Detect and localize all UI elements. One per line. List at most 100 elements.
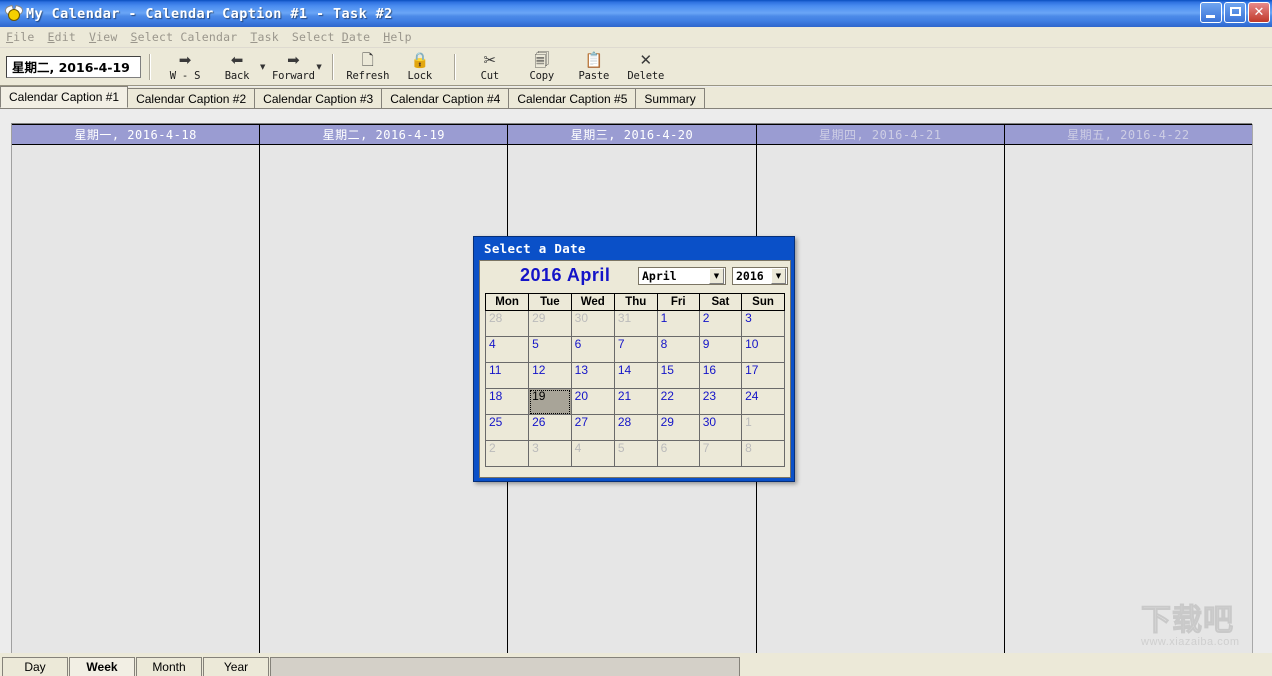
date-cell[interactable]: 28 bbox=[614, 415, 657, 441]
toolbar-label-delete: Delete bbox=[627, 70, 664, 82]
date-cell[interactable]: 16 bbox=[699, 363, 741, 389]
date-cell[interactable]: 18 bbox=[486, 389, 529, 415]
date-cell[interactable]: 29 bbox=[657, 415, 699, 441]
current-date-value: 星期二, 2016-4-19 bbox=[12, 57, 130, 76]
toolbar-button-forward[interactable]: ➡ Forward bbox=[267, 49, 319, 85]
day-column-monday[interactable]: 星期一, 2016-4-18 bbox=[12, 124, 260, 657]
date-cell[interactable]: 23 bbox=[699, 389, 741, 415]
tab-calendar-caption-5[interactable]: Calendar Caption #5 bbox=[508, 88, 636, 108]
weekday-header-wed: Wed bbox=[571, 294, 614, 311]
date-cell[interactable]: 24 bbox=[742, 389, 785, 415]
current-date-field[interactable]: 星期二, 2016-4-19 bbox=[6, 56, 141, 78]
arrow-right-icon: ➡ bbox=[179, 52, 192, 69]
date-cell[interactable]: 5 bbox=[529, 337, 572, 363]
view-tab-month[interactable]: Month bbox=[136, 657, 202, 676]
date-cell[interactable]: 2 bbox=[486, 441, 529, 467]
app-bug-icon bbox=[4, 5, 22, 23]
back-dropdown-arrow-icon[interactable]: ▼ bbox=[260, 63, 265, 71]
toolbar-button-copy[interactable]: 🗐 Copy bbox=[516, 49, 568, 85]
refresh-page-icon: 🗋 bbox=[362, 52, 374, 69]
toolbar-label-w-s: W - S bbox=[170, 70, 201, 82]
padlock-icon: 🔒 bbox=[410, 52, 429, 69]
day-body-friday[interactable] bbox=[1005, 145, 1252, 657]
toolbar-button-delete[interactable]: ✕ Delete bbox=[620, 49, 672, 85]
menu-item-select-date[interactable]: Select Date bbox=[292, 30, 370, 44]
minimize-button[interactable] bbox=[1200, 2, 1222, 23]
date-cell[interactable]: 13 bbox=[571, 363, 614, 389]
date-cell[interactable]: 6 bbox=[571, 337, 614, 363]
menu-item-task[interactable]: Task bbox=[250, 30, 279, 44]
month-select[interactable]: April ▼ bbox=[638, 267, 726, 285]
date-cell[interactable]: 5 bbox=[614, 441, 657, 467]
tab-calendar-caption-4[interactable]: Calendar Caption #4 bbox=[381, 88, 509, 108]
date-cell[interactable]: 11 bbox=[486, 363, 529, 389]
date-cell[interactable]: 28 bbox=[486, 311, 529, 337]
date-cell[interactable]: 22 bbox=[657, 389, 699, 415]
menu-bar: File Edit View Select Calendar Task Sele… bbox=[0, 27, 1272, 48]
date-cell[interactable]: 4 bbox=[486, 337, 529, 363]
date-cell[interactable]: 30 bbox=[699, 415, 741, 441]
date-cell[interactable]: 6 bbox=[657, 441, 699, 467]
day-header-wednesday: 星期三, 2016-4-20 bbox=[508, 124, 755, 145]
view-tab-year[interactable]: Year bbox=[203, 657, 269, 676]
date-cell[interactable]: 7 bbox=[699, 441, 741, 467]
tab-calendar-caption-3[interactable]: Calendar Caption #3 bbox=[254, 88, 382, 108]
toolbar-button-refresh[interactable]: 🗋 Refresh bbox=[342, 49, 394, 85]
date-cell[interactable]: 12 bbox=[529, 363, 572, 389]
date-picker-week-row: 2345678 bbox=[486, 441, 785, 467]
date-cell[interactable]: 31 bbox=[614, 311, 657, 337]
day-header-tuesday: 星期二, 2016-4-19 bbox=[260, 124, 507, 145]
date-cell[interactable]: 21 bbox=[614, 389, 657, 415]
forward-dropdown-arrow-icon[interactable]: ▼ bbox=[316, 63, 321, 71]
tab-calendar-caption-2[interactable]: Calendar Caption #2 bbox=[127, 88, 255, 108]
date-cell[interactable]: 29 bbox=[529, 311, 572, 337]
date-cell[interactable]: 1 bbox=[742, 415, 785, 441]
close-button[interactable]: ✕ bbox=[1248, 2, 1270, 23]
toolbar-button-lock[interactable]: 🔒 Lock bbox=[394, 49, 446, 85]
date-cell[interactable]: 14 bbox=[614, 363, 657, 389]
menu-item-select-calendar[interactable]: Select Calendar bbox=[131, 30, 238, 44]
date-cell[interactable]: 10 bbox=[742, 337, 785, 363]
date-cell[interactable]: 1 bbox=[657, 311, 699, 337]
clipboard-icon: 📋 bbox=[584, 52, 603, 69]
date-cell[interactable]: 8 bbox=[742, 441, 785, 467]
date-cell[interactable]: 26 bbox=[529, 415, 572, 441]
window-controls: ✕ bbox=[1200, 2, 1270, 23]
date-cell[interactable]: 2 bbox=[699, 311, 741, 337]
toolbar-button-w-s[interactable]: ➡ W - S bbox=[159, 49, 211, 85]
toolbar-button-cut[interactable]: ✂ Cut bbox=[464, 49, 516, 85]
date-cell[interactable]: 15 bbox=[657, 363, 699, 389]
menu-item-view[interactable]: View bbox=[89, 30, 118, 44]
date-cell[interactable]: 9 bbox=[699, 337, 741, 363]
day-body-monday[interactable] bbox=[12, 145, 259, 657]
menu-item-file[interactable]: File bbox=[6, 30, 35, 44]
view-tab-week[interactable]: Week bbox=[69, 657, 135, 676]
date-cell[interactable]: 20 bbox=[571, 389, 614, 415]
menu-item-edit[interactable]: Edit bbox=[48, 30, 77, 44]
date-cell[interactable]: 17 bbox=[742, 363, 785, 389]
date-cell[interactable]: 3 bbox=[529, 441, 572, 467]
toolbar-button-paste[interactable]: 📋 Paste bbox=[568, 49, 620, 85]
date-cell[interactable]: 27 bbox=[571, 415, 614, 441]
view-tab-day[interactable]: Day bbox=[2, 657, 68, 676]
date-cell[interactable]: 25 bbox=[486, 415, 529, 441]
date-cell[interactable]: 8 bbox=[657, 337, 699, 363]
x-cross-icon: ✕ bbox=[639, 52, 652, 69]
chevron-down-icon[interactable]: ▼ bbox=[709, 268, 724, 284]
year-select[interactable]: 2016 ▼ bbox=[732, 267, 788, 285]
toolbar-label-cut: Cut bbox=[481, 70, 499, 82]
tab-calendar-caption-1[interactable]: Calendar Caption #1 bbox=[0, 86, 128, 108]
day-column-friday[interactable]: 星期五, 2016-4-22 bbox=[1005, 124, 1253, 657]
menu-item-help[interactable]: Help bbox=[383, 30, 412, 44]
day-column-tuesday[interactable]: 星期二, 2016-4-19 bbox=[260, 124, 508, 657]
chevron-down-icon[interactable]: ▼ bbox=[771, 268, 786, 284]
date-cell[interactable]: 7 bbox=[614, 337, 657, 363]
date-cell[interactable]: 4 bbox=[571, 441, 614, 467]
day-body-tuesday[interactable] bbox=[260, 145, 507, 657]
date-cell[interactable]: 3 bbox=[742, 311, 785, 337]
tab-summary[interactable]: Summary bbox=[635, 88, 704, 108]
toolbar-button-back[interactable]: ⬅ Back bbox=[211, 49, 263, 85]
date-cell[interactable]: 30 bbox=[571, 311, 614, 337]
maximize-button[interactable] bbox=[1224, 2, 1246, 23]
date-cell-selected[interactable]: 19 bbox=[529, 389, 572, 415]
